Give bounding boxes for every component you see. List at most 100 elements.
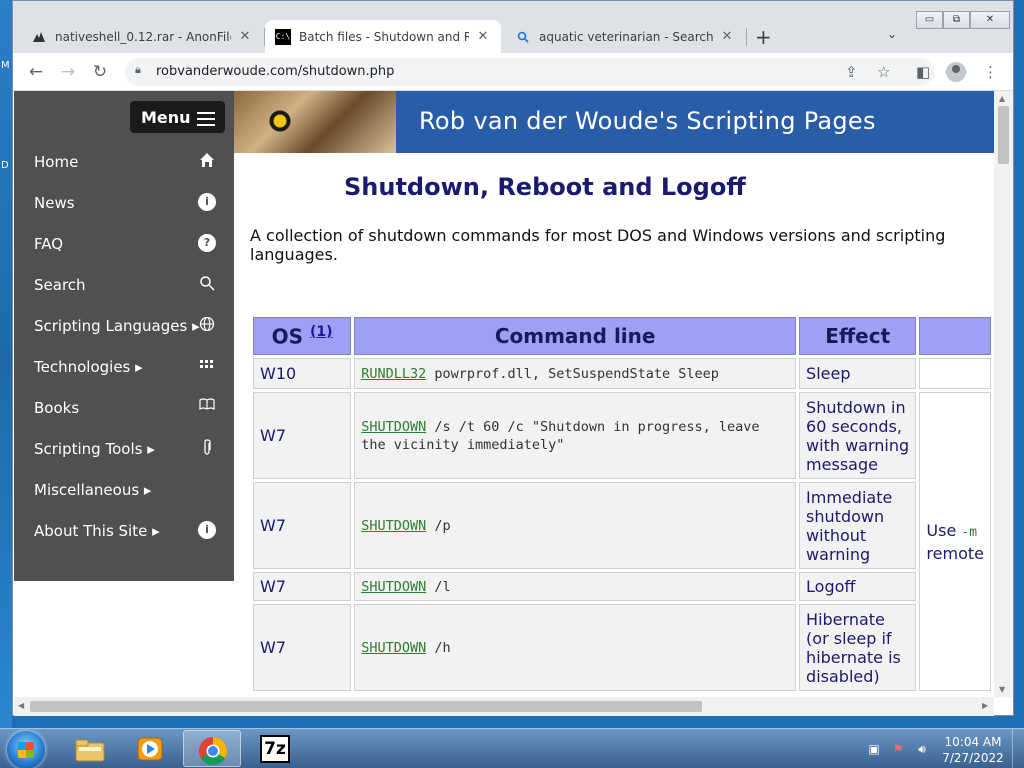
os-cell: W10 xyxy=(253,358,352,389)
system-clock[interactable]: 10:04 AM 7/27/2022 xyxy=(938,734,1008,766)
info-icon: i xyxy=(198,193,216,211)
column-header-effect: Effect xyxy=(799,317,917,355)
os-cell: W7 xyxy=(253,482,352,569)
home-icon xyxy=(198,152,216,170)
column-header-extra xyxy=(919,317,991,355)
owl-logo[interactable] xyxy=(234,91,396,153)
bookmark-star-icon[interactable]: ☆ xyxy=(877,63,890,81)
site-sidebar: Menu Home News i FAQ ? Search Scripting … xyxy=(14,91,234,581)
command-cell: SHUTDOWN /l xyxy=(354,572,797,601)
scrollbar-thumb[interactable] xyxy=(30,701,702,712)
sidebar-item-scripting-languages[interactable]: Scripting Languages ▸ xyxy=(34,315,224,337)
os-cell: W7 xyxy=(253,604,352,691)
command-link[interactable]: SHUTDOWN xyxy=(361,518,426,534)
7zip-icon: 7z xyxy=(260,735,290,763)
menu-label: Menu xyxy=(141,108,191,127)
horizontal-scrollbar[interactable]: ◀ ▶ xyxy=(14,697,994,716)
effect-cell: Logoff xyxy=(799,572,917,601)
clock-time: 10:04 AM xyxy=(944,735,1002,749)
sidebar-item-scripting-tools[interactable]: Scripting Tools ▸ xyxy=(34,438,224,460)
taskbar-7zip[interactable]: 7z xyxy=(246,730,304,767)
cmd-icon: C:\ xyxy=(275,28,291,45)
scrollbar-thumb[interactable] xyxy=(998,106,1009,164)
site-title: Rob van der Woude's Scripting Pages xyxy=(419,107,876,135)
scroll-down-icon[interactable]: ▼ xyxy=(999,685,1005,694)
command-cell: RUNDLL32 powrprof.dll, SetSuspendState S… xyxy=(354,358,797,389)
scroll-right-icon[interactable]: ▶ xyxy=(982,701,988,710)
effect-cell: Hibernate (or sleep if hibernate is disa… xyxy=(799,604,917,691)
show-desktop-button[interactable] xyxy=(1012,729,1024,768)
tab-search[interactable]: aquatic veterinarian - Search ✕ xyxy=(505,20,745,53)
command-link[interactable]: SHUTDOWN xyxy=(361,640,426,656)
new-tab-button[interactable]: + xyxy=(755,25,772,49)
minimize-button[interactable]: ▭ xyxy=(916,11,943,29)
side-panel-icon[interactable]: ◧ xyxy=(916,63,930,81)
restore-button[interactable]: ⧉ xyxy=(943,11,970,29)
taskbar-media-player[interactable] xyxy=(121,730,179,767)
taskbar-explorer[interactable] xyxy=(61,730,119,767)
volume-icon[interactable]: 🔊︎ xyxy=(914,742,930,756)
tab-search-dropdown-icon[interactable]: ⌄ xyxy=(887,27,897,41)
address-bar[interactable]: 🔒︎ robvanderwoude.com/shutdown.php ⇪ ☆ xyxy=(125,58,935,86)
share-icon[interactable]: ⇪ xyxy=(845,63,858,81)
tab-anonfiles[interactable]: nativeshell_0.12.rar - AnonFiles ✕ xyxy=(21,20,263,53)
vertical-scrollbar[interactable]: ▲ ▼ xyxy=(994,91,1013,697)
browser-window: nativeshell_0.12.rar - AnonFiles ✕ C:\ B… xyxy=(12,0,1014,716)
tab-batch-files[interactable]: C:\ Batch files - Shutdown and Reboot ✕ xyxy=(265,20,501,53)
sidebar-item-about[interactable]: About This Site ▸ i xyxy=(34,520,224,542)
command-link[interactable]: SHUTDOWN xyxy=(361,579,426,595)
tab-title: Batch files - Shutdown and Reboot xyxy=(299,29,469,44)
tab-strip: nativeshell_0.12.rar - AnonFiles ✕ C:\ B… xyxy=(13,1,1013,53)
command-cell: SHUTDOWN /s /t 60 /c "Shutdown in progre… xyxy=(354,392,797,479)
scroll-left-icon[interactable]: ◀ xyxy=(18,701,24,710)
scroll-up-icon[interactable]: ▲ xyxy=(999,94,1005,103)
reload-icon[interactable]: ↻ xyxy=(90,62,110,82)
desktop-icon-label: M xyxy=(1,60,10,71)
menu-button[interactable]: Menu xyxy=(130,101,225,133)
sidebar-item-technologies[interactable]: Technologies ▸ xyxy=(34,356,224,378)
sidebar-item-miscellaneous[interactable]: Miscellaneous ▸ xyxy=(34,479,224,501)
file-explorer-icon xyxy=(75,735,105,763)
book-icon xyxy=(198,398,216,416)
close-window-button[interactable]: ✕ xyxy=(970,11,1010,29)
start-button[interactable] xyxy=(7,731,45,768)
sidebar-item-search[interactable]: Search xyxy=(34,274,224,296)
commands-table: OS (1) Command line Effect W10 RUNDLL32 … xyxy=(250,314,994,694)
hamburger-icon xyxy=(197,112,215,130)
lock-icon: 🔒︎ xyxy=(135,63,141,76)
anonfiles-icon xyxy=(31,29,47,45)
clock-date: 7/27/2022 xyxy=(942,751,1004,765)
sidebar-item-books[interactable]: Books xyxy=(34,397,224,419)
media-player-icon xyxy=(135,735,165,763)
chrome-icon xyxy=(198,736,228,765)
kebab-menu-icon[interactable]: ⋮ xyxy=(983,63,998,81)
paperclip-icon xyxy=(198,439,216,457)
footnote-link[interactable]: (1) xyxy=(310,324,333,340)
back-arrow-icon[interactable]: ← xyxy=(26,62,46,82)
network-icon[interactable]: ▣ xyxy=(866,742,882,756)
profile-avatar[interactable] xyxy=(946,62,966,82)
close-icon[interactable]: ✕ xyxy=(475,29,491,44)
note-cell xyxy=(919,358,991,389)
taskbar: 7z ▣ ⚑ 🔊︎ 10:04 AM 7/27/2022 xyxy=(0,728,1024,768)
site-banner: Rob van der Woude's Scripting Pages xyxy=(234,91,994,153)
address-url[interactable]: robvanderwoude.com/shutdown.php xyxy=(156,64,394,79)
browser-toolbar: ← → ↻ 🔒︎ robvanderwoude.com/shutdown.php… xyxy=(13,53,1013,91)
table-row: W10 RUNDLL32 powrprof.dll, SetSuspendSta… xyxy=(253,358,991,389)
command-link[interactable]: SHUTDOWN xyxy=(361,419,426,435)
forward-arrow-icon[interactable]: → xyxy=(58,62,78,82)
effect-cell: Sleep xyxy=(799,358,917,389)
table-row: W7 SHUTDOWN /l Logoff xyxy=(253,572,991,601)
action-center-icon[interactable]: ⚑ xyxy=(890,742,906,756)
note-cell: Use -m remote xyxy=(919,392,991,691)
close-icon[interactable]: ✕ xyxy=(719,29,735,44)
taskbar-chrome[interactable] xyxy=(183,730,241,767)
table-row: W7 SHUTDOWN /h Hibernate (or sleep if hi… xyxy=(253,604,991,691)
page-intro: A collection of shutdown commands for mo… xyxy=(250,226,946,264)
column-header-command: Command line xyxy=(354,317,797,355)
sidebar-item-news[interactable]: News i xyxy=(34,192,224,214)
sidebar-item-faq[interactable]: FAQ ? xyxy=(34,233,224,255)
close-icon[interactable]: ✕ xyxy=(237,29,253,44)
sidebar-item-home[interactable]: Home xyxy=(34,151,224,173)
command-link[interactable]: RUNDLL32 xyxy=(361,366,426,382)
